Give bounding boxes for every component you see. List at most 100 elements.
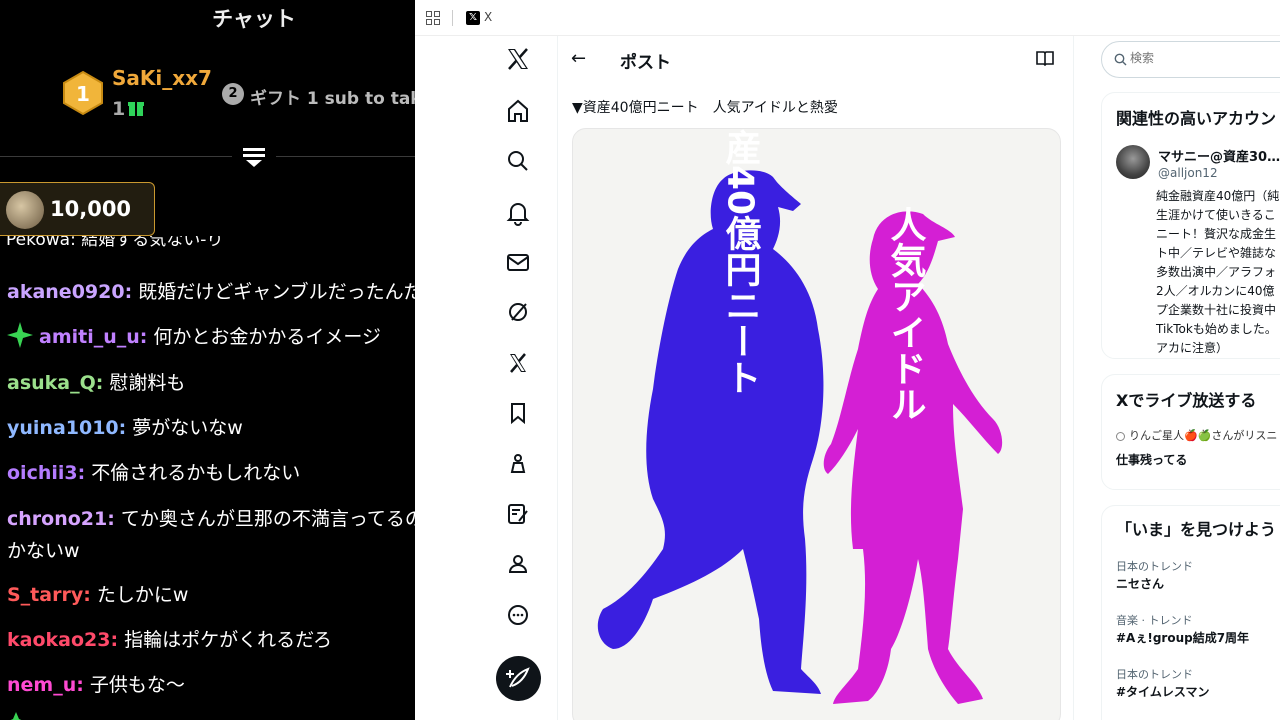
top-gifter-count: 1 (112, 98, 126, 120)
trend-category: 音楽 · トレンド (1116, 614, 1193, 627)
grok-icon[interactable] (503, 297, 533, 327)
bio-line: 多数出演中／アラフォ (1156, 265, 1277, 279)
chat-message-partial: Pekowa: 結婚する気ない‐り (6, 236, 224, 250)
second-rank-badge: 2 (222, 83, 244, 105)
live-stream-title[interactable]: 仕事残ってる (1116, 451, 1187, 468)
explore-search-icon[interactable] (503, 146, 533, 176)
chat-text: 子供もな〜 (83, 674, 185, 696)
premium-x-icon[interactable] (503, 348, 533, 378)
bio-line: TikTokも始めました。 (1156, 322, 1277, 336)
chat-username[interactable]: oichii3: (7, 462, 85, 484)
live-broadcast-card: Xでライブ放送する りんご星人🍎🍏さんがリスニ 仕事残ってる (1101, 374, 1280, 490)
card-title: 「いま」を見つけよう (1116, 520, 1277, 539)
profile-icon[interactable] (503, 549, 533, 579)
chat-username[interactable]: chrono21: (7, 508, 115, 530)
tab-title[interactable]: X (484, 10, 492, 24)
bio-line: プ企業数十社に投資中 (1156, 303, 1277, 317)
collapse-icon[interactable] (241, 145, 267, 169)
top-gifter-name[interactable]: SaKi_xx7 (112, 66, 212, 90)
home-icon[interactable] (503, 96, 533, 126)
chat-text: 何かとお金かかるイメージ (147, 326, 382, 348)
chat-username[interactable]: kaokao23: (7, 629, 118, 651)
trend-name[interactable]: #タイムレスマン (1116, 683, 1209, 700)
chat-text: てか奥さんが旦那の不満言ってるの (114, 508, 415, 530)
blue-silhouette (597, 170, 824, 695)
divider (0, 156, 232, 157)
reader-mode-icon[interactable] (1036, 50, 1054, 66)
jobs-icon[interactable] (503, 449, 533, 479)
chat-username[interactable]: amiti_u_u: (39, 326, 147, 348)
divider (452, 10, 453, 26)
search-box[interactable] (1101, 41, 1280, 78)
more-icon[interactable] (503, 600, 533, 630)
card-title: Xでライブ放送する (1116, 391, 1257, 410)
bio-line: 2人／オルカンに40億 (1156, 284, 1275, 298)
chat-message: chrono21: てか奥さんが旦那の不満言ってるの (7, 504, 415, 531)
divider (1073, 36, 1074, 720)
chat-message: kaokao23: 指輪はポケがくれるだろ (7, 625, 332, 652)
image-label-left: 資産40億円ニート (720, 129, 762, 395)
trends-card: 「いま」を見つけよう 日本のトレンド ニセさん 音楽 · トレンド #Aぇ!gr… (1101, 505, 1280, 720)
chat-username[interactable]: yuina1010: (7, 417, 126, 439)
bio-line: ニート！贅沢な成金生 (1156, 227, 1277, 241)
related-accounts-card: 関連性の高いアカウン マサニー@資産30… @alljon12 純金融資産40億… (1101, 92, 1280, 359)
live-host-row[interactable]: りんご星人🍎🍏さんがリスニ (1116, 427, 1277, 443)
chat-text-continued: かないw (7, 540, 80, 562)
chat-message: nem_u: 子供もな〜 (7, 670, 185, 697)
coin-leader-badge[interactable]: 10,000 (0, 182, 155, 236)
gift-icon (128, 102, 144, 116)
compose-post-button[interactable] (496, 656, 541, 701)
second-gifter-text: ギフト 1 sub to take (250, 89, 415, 109)
bio-line: ト中／テレビや雑誌な (1156, 246, 1277, 260)
post-image[interactable]: 資産40億円ニート 人気アイドル (572, 128, 1061, 720)
divider (276, 156, 415, 157)
trend-name[interactable]: ニセさん (1116, 575, 1164, 592)
chat-text: たしかにw (90, 584, 189, 606)
bio-line: 生涯かけて使いきるこ (1156, 208, 1276, 222)
back-button[interactable]: ← (571, 48, 586, 69)
chat-message: S_tarry: たしかにw (7, 580, 188, 607)
browser-window: 𝕏 X ← ポスト ▼資産40億円ニート 人気アイドルと熱愛 資産40億円ニート… (415, 0, 1280, 720)
chat-username[interactable]: S_tarry: (7, 584, 91, 606)
account-handle[interactable]: @alljon12 (1158, 166, 1218, 180)
account-name[interactable]: マサニー@資産30… (1158, 146, 1280, 165)
divider (557, 36, 558, 720)
live-dot-icon (1116, 431, 1125, 441)
notifications-bell-icon[interactable] (503, 197, 533, 227)
tab-bar: 𝕏 X (415, 0, 1280, 36)
trend-category: 日本のトレンド (1116, 560, 1193, 573)
gifter-rank: 1 (76, 82, 90, 106)
avatar[interactable] (1116, 145, 1150, 179)
image-label-right: 人気アイドル (885, 206, 927, 422)
chat-username[interactable]: akane0920: (7, 281, 132, 303)
chat-text: 既婚だけどギャンブルだったんだ (132, 281, 415, 303)
chat-text: 指輪はポケがくれるだろ (118, 629, 332, 651)
trend-category: 日本のトレンド (1116, 668, 1193, 681)
x-logo-icon[interactable] (503, 44, 533, 74)
chat-message: oichii3: 不倫されるかもしれない (7, 458, 300, 485)
sparkle-badge-icon (7, 322, 33, 348)
tab-grid-icon[interactable] (426, 11, 440, 25)
chat-text: 慰謝料も (103, 372, 186, 394)
search-input[interactable] (1130, 51, 1280, 65)
live-host-text: りんご星人🍎🍏さんがリスニ (1129, 429, 1278, 442)
chat-panel: チャット 1 SaKi_xx7 1 2 ギフト 1 sub to take 10… (0, 0, 415, 720)
sparkle-icon (10, 712, 22, 720)
chat-title: チャット (212, 7, 296, 31)
bio-line: 純金融資産40億円（純 (1156, 189, 1280, 203)
bookmarks-icon[interactable] (503, 398, 533, 428)
x-favicon-icon: 𝕏 (466, 11, 480, 25)
card-title: 関連性の高いアカウン (1116, 109, 1277, 128)
chat-username[interactable]: asuka_Q: (7, 372, 103, 394)
chat-message: amiti_u_u: 何かとお金かかるイメージ (7, 322, 381, 349)
bio-line: アカに注意） (1156, 341, 1229, 355)
post-text: ▼資産40億円ニート 人気アイドルと熱愛 (572, 100, 838, 116)
chat-text: 不倫されるかもしれない (85, 462, 301, 484)
trend-name[interactable]: #Aぇ!group結成7周年 (1116, 629, 1249, 646)
avatar (6, 191, 44, 229)
gold-rank-badge-icon: 1 (63, 70, 103, 116)
page-title: ポスト (620, 53, 671, 73)
articles-icon[interactable] (503, 499, 533, 529)
messages-mail-icon[interactable] (503, 247, 533, 277)
chat-username[interactable]: nem_u: (7, 674, 84, 696)
